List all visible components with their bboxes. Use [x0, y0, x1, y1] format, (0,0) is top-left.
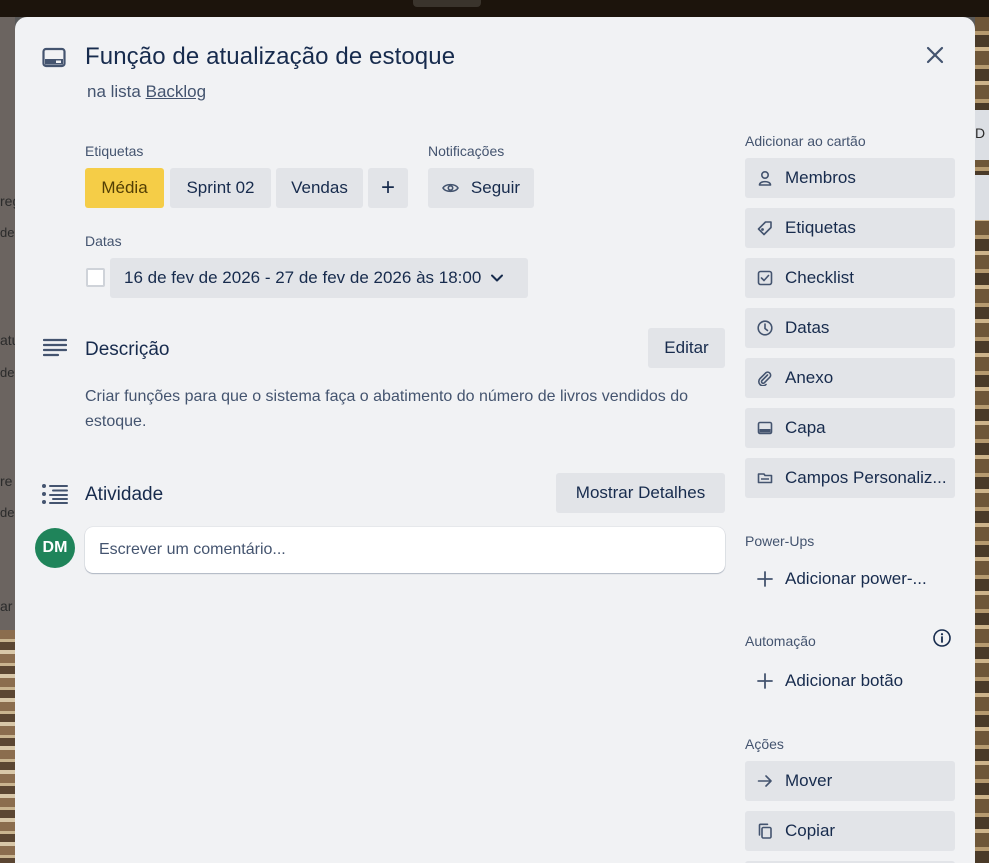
cover-label: Capa: [785, 418, 826, 437]
dates-sidebar-button[interactable]: Datas: [745, 308, 955, 348]
card-icon: [42, 46, 66, 70]
card-title[interactable]: Função de atualização de estoque: [85, 43, 455, 71]
copy-button[interactable]: Copiar: [745, 811, 955, 851]
automation-heading: Automação: [745, 633, 816, 649]
dates-sidebar-label: Datas: [785, 318, 830, 337]
card-detail-modal: Função de atualização de estoque na list…: [15, 17, 975, 863]
arrow-right-icon: [757, 773, 773, 789]
chevron-down-icon: [481, 273, 504, 283]
add-powerup-label: Adicionar power-...: [785, 569, 927, 588]
custom-fields-icon: [757, 470, 773, 486]
background-card-fragment: atu: [0, 332, 15, 348]
show-details-button[interactable]: Mostrar Detalhes: [556, 473, 725, 513]
due-complete-checkbox[interactable]: [86, 268, 105, 287]
move-label: Mover: [785, 771, 833, 790]
custom-fields-button[interactable]: Campos Personaliz...: [745, 458, 955, 498]
list-link[interactable]: Backlog: [146, 82, 206, 101]
members-label: Membros: [785, 168, 856, 187]
copy-icon: [757, 823, 773, 839]
board-right-card: [975, 175, 989, 220]
powerups-heading: Power-Ups: [745, 533, 815, 549]
board-background-image: [0, 630, 15, 863]
checkbox-icon: [757, 270, 773, 286]
members-button[interactable]: Membros: [745, 158, 955, 198]
labels-heading: Etiquetas: [85, 143, 144, 159]
tag-icon: [757, 220, 773, 236]
cover-button[interactable]: Capa: [745, 408, 955, 448]
label-chip[interactable]: Vendas: [276, 168, 363, 208]
add-to-card-heading: Adicionar ao cartão: [745, 133, 866, 149]
checklist-label: Checklist: [785, 268, 854, 287]
copy-label: Copiar: [785, 821, 836, 840]
custom-fields-label: Campos Personaliz...: [785, 468, 947, 487]
background-card-fragment: ar: [0, 598, 13, 614]
notifications-heading: Notificações: [428, 143, 505, 159]
attachment-label: Anexo: [785, 368, 834, 387]
description-heading: Descrição: [85, 339, 170, 360]
background-card-fragment: D: [975, 125, 986, 141]
follow-label: Seguir: [470, 178, 521, 197]
board-top-bar: [0, 0, 989, 17]
move-button[interactable]: Mover: [745, 761, 955, 801]
card-list-info: na lista Backlog: [87, 82, 206, 102]
background-card-fragment: re: [0, 473, 13, 489]
labels-button-label: Etiquetas: [785, 218, 856, 237]
info-icon[interactable]: [931, 627, 953, 649]
background-card-fragment: reg: [0, 193, 15, 209]
checklist-button[interactable]: Checklist: [745, 258, 955, 298]
activity-icon: [41, 483, 69, 510]
actions-heading: Ações: [745, 736, 784, 752]
comment-input[interactable]: Escrever um comentário...: [85, 527, 725, 573]
description-text[interactable]: Criar funções para que o sistema faça o …: [85, 384, 725, 434]
background-card-fragment: de: [0, 365, 15, 380]
avatar[interactable]: DM: [35, 528, 75, 568]
attachment-button[interactable]: Anexo: [745, 358, 955, 398]
clock-icon: [757, 320, 773, 336]
person-icon: [757, 170, 773, 186]
activity-heading: Atividade: [85, 484, 164, 505]
labels-button[interactable]: Etiquetas: [745, 208, 955, 248]
close-button[interactable]: [917, 39, 953, 75]
plus-icon: [757, 673, 773, 689]
add-button-label: Adicionar botão: [785, 671, 904, 690]
dates-heading: Datas: [85, 233, 122, 249]
background-card-fragment: de: [0, 225, 15, 240]
plus-icon: [757, 571, 773, 587]
description-icon: [42, 338, 68, 363]
paperclip-icon: [757, 370, 773, 386]
add-label-button[interactable]: +: [368, 168, 408, 208]
dates-button[interactable]: 16 de fev de 2026 - 27 de fev de 2026 às…: [110, 258, 528, 298]
label-chip[interactable]: Média: [85, 168, 164, 208]
follow-button[interactable]: Seguir: [428, 168, 534, 208]
card-cover-icon: [757, 420, 773, 436]
close-icon: [926, 46, 944, 69]
label-chip[interactable]: Sprint 02: [170, 168, 271, 208]
add-powerup-button[interactable]: Adicionar power-...: [745, 559, 955, 599]
board-top-tab: [413, 0, 481, 7]
background-card-fragment: de: [0, 505, 15, 520]
add-button-button[interactable]: Adicionar botão: [745, 661, 955, 701]
list-prefix: na lista: [87, 82, 141, 101]
dates-value: 16 de fev de 2026 - 27 de fev de 2026 às…: [124, 268, 482, 287]
eye-icon: [442, 182, 459, 194]
edit-description-button[interactable]: Editar: [648, 328, 725, 368]
